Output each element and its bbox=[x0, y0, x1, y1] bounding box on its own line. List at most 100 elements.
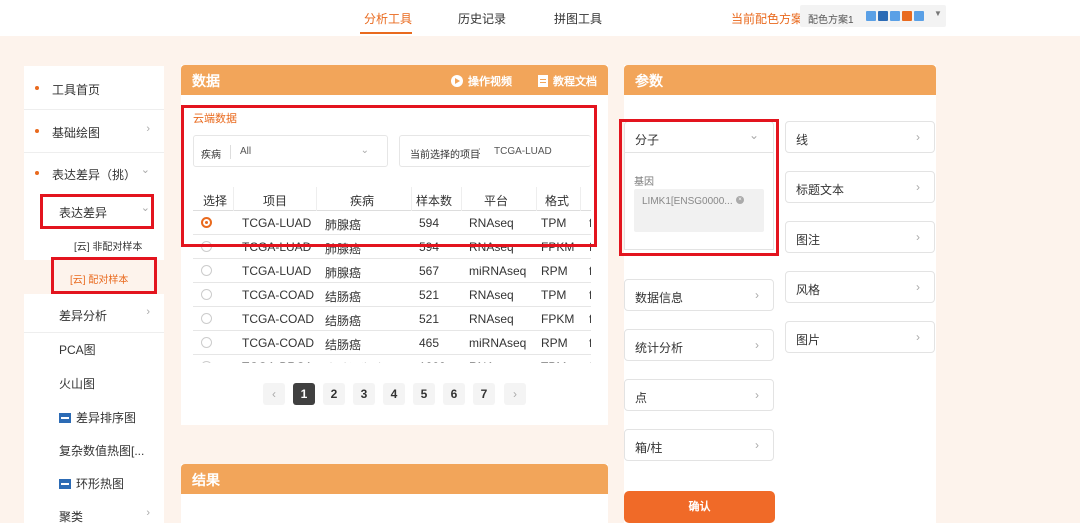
row-select-radio[interactable] bbox=[201, 313, 212, 324]
tab-history[interactable]: 历史记录 bbox=[458, 10, 506, 27]
cell-samples: 465 bbox=[419, 336, 440, 350]
sidebar-item-label: 基础绘图 bbox=[52, 126, 101, 140]
highlight-box bbox=[181, 105, 597, 247]
option-label: 风格 bbox=[796, 283, 821, 297]
sidebar-item-clustering[interactable]: 聚类 › bbox=[24, 495, 164, 523]
cell-format: RPM bbox=[541, 336, 568, 350]
row-select-radio[interactable] bbox=[201, 265, 212, 276]
tab-analysis-tools[interactable]: 分析工具 bbox=[364, 10, 412, 27]
cell-disease: 结肠癌 bbox=[325, 338, 362, 352]
chevron-right-icon: › bbox=[146, 306, 150, 318]
sidebar-item-basic-plot[interactable]: 基础绘图 › bbox=[24, 111, 164, 151]
cell-extra: f bbox=[589, 360, 591, 363]
page-button-4[interactable]: 4 bbox=[383, 383, 405, 405]
option-label: 图片 bbox=[796, 333, 821, 347]
chevron-right-icon: › bbox=[146, 507, 150, 519]
sidebar-item-label: 聚类 bbox=[59, 510, 84, 523]
option-data-info[interactable]: 数据信息 › bbox=[624, 279, 774, 311]
next-page-button[interactable]: › bbox=[504, 383, 526, 405]
cell-extra: f bbox=[589, 312, 591, 326]
cell-extra: f bbox=[589, 336, 591, 350]
option-label: 线 bbox=[796, 133, 809, 147]
page-button-2[interactable]: 2 bbox=[323, 383, 345, 405]
cell-format: RPM bbox=[541, 264, 568, 278]
cell-samples: 521 bbox=[419, 312, 440, 326]
tab-puzzle-tools[interactable]: 拼图工具 bbox=[554, 10, 602, 27]
row-select-radio[interactable] bbox=[201, 337, 212, 348]
option-box-bar[interactable]: 箱/柱 › bbox=[624, 429, 774, 461]
param-panel-header: 参数 bbox=[624, 65, 936, 95]
option-points[interactable]: 点 › bbox=[624, 379, 774, 411]
chart-icon bbox=[59, 479, 71, 489]
sidebar-item-label: 复杂数值热图[... bbox=[59, 444, 145, 458]
prev-page-button[interactable]: ‹ bbox=[263, 383, 285, 405]
highlight-box bbox=[51, 257, 157, 294]
chevron-down-icon[interactable]: ▼ bbox=[934, 9, 942, 18]
table-row[interactable]: TCGA-COAD 结肠癌 521 RNAseq TPM f bbox=[193, 283, 591, 307]
chevron-right-icon: › bbox=[146, 123, 150, 135]
video-link[interactable]: 操作视频 bbox=[451, 73, 512, 89]
option-style[interactable]: 风格 › bbox=[785, 271, 935, 303]
option-line[interactable]: 线 › bbox=[785, 121, 935, 153]
table-row[interactable]: TCGA-BRCA 乳腺浸润癌 1222 RNAseq TPM f bbox=[193, 355, 591, 363]
cell-project: TCGA-BRCA bbox=[242, 360, 313, 363]
chevron-right-icon: › bbox=[916, 280, 920, 294]
sidebar-item-label: PCA图 bbox=[59, 343, 96, 357]
highlight-box bbox=[619, 119, 779, 256]
sidebar: 工具首页 基础绘图 › 表达差异（挑） ⌄ 表达差异 ⌄ [云] 非配对样本 [… bbox=[24, 66, 164, 523]
sidebar-item-label: 表达差异（挑） bbox=[52, 168, 137, 182]
cell-disease: 肺腺癌 bbox=[325, 266, 362, 280]
table-row[interactable]: TCGA-COAD 结肠癌 465 miRNAseq RPM f bbox=[193, 331, 591, 355]
result-panel: 结果 bbox=[181, 464, 608, 523]
color-scheme-value: 配色方案1 bbox=[808, 15, 854, 26]
cell-extra: f bbox=[589, 264, 591, 278]
color-swatch bbox=[914, 11, 924, 21]
color-swatch bbox=[878, 11, 888, 21]
cell-platform: miRNAseq bbox=[469, 264, 527, 278]
row-select-radio[interactable] bbox=[201, 289, 212, 300]
option-image[interactable]: 图片 › bbox=[785, 321, 935, 353]
sidebar-item-label: 环形热图 bbox=[76, 477, 125, 491]
chevron-right-icon: › bbox=[755, 438, 759, 452]
page-button-1[interactable]: 1 bbox=[293, 383, 315, 405]
option-title-text[interactable]: 标题文本 › bbox=[785, 171, 935, 203]
sidebar-item-label: 差异分析 bbox=[59, 309, 108, 323]
chart-icon bbox=[59, 413, 71, 423]
doc-link-label: 教程文档 bbox=[553, 76, 597, 88]
sidebar-item-label: 火山图 bbox=[59, 377, 96, 391]
param-panel-title: 参数 bbox=[635, 73, 663, 89]
bullet-icon bbox=[35, 86, 39, 90]
option-label: 统计分析 bbox=[635, 341, 684, 355]
document-icon bbox=[538, 75, 548, 87]
option-legend[interactable]: 图注 › bbox=[785, 221, 935, 253]
row-select-radio[interactable] bbox=[201, 361, 212, 363]
table-row[interactable]: TCGA-COAD 结肠癌 521 RNAseq FPKM f bbox=[193, 307, 591, 331]
cell-platform: RNAseq bbox=[469, 312, 514, 326]
video-link-label: 操作视频 bbox=[468, 76, 512, 88]
chevron-down-icon: ⌄ bbox=[140, 164, 150, 176]
sidebar-item-unpaired-samples[interactable]: [云] 非配对样本 bbox=[24, 228, 164, 260]
cell-samples: 567 bbox=[419, 264, 440, 278]
option-label: 点 bbox=[635, 391, 648, 405]
sidebar-item-expression-diff-pick[interactable]: 表达差异（挑） ⌄ bbox=[24, 153, 164, 193]
cell-platform: miRNAseq bbox=[469, 336, 527, 350]
cell-disease: 结肠癌 bbox=[325, 314, 362, 328]
option-label: 箱/柱 bbox=[635, 441, 663, 455]
play-icon bbox=[451, 75, 463, 87]
result-panel-title: 结果 bbox=[192, 472, 220, 488]
sidebar-item-tools-home[interactable]: 工具首页 bbox=[24, 68, 164, 108]
option-statistics[interactable]: 统计分析 › bbox=[624, 329, 774, 361]
page-button-3[interactable]: 3 bbox=[353, 383, 375, 405]
chevron-right-icon: › bbox=[755, 388, 759, 402]
page-button-6[interactable]: 6 bbox=[443, 383, 465, 405]
page-button-7[interactable]: 7 bbox=[473, 383, 495, 405]
confirm-button[interactable]: 确认 bbox=[624, 491, 775, 523]
doc-link[interactable]: 教程文档 bbox=[538, 73, 597, 89]
cell-format: FPKM bbox=[541, 312, 575, 326]
table-row[interactable]: TCGA-LUAD 肺腺癌 567 miRNAseq RPM f bbox=[193, 259, 591, 283]
bullet-icon bbox=[35, 129, 39, 133]
cell-format: TPM bbox=[541, 288, 567, 302]
page-button-5[interactable]: 5 bbox=[413, 383, 435, 405]
color-swatch bbox=[890, 11, 900, 21]
cell-disease: 结肠癌 bbox=[325, 290, 362, 304]
